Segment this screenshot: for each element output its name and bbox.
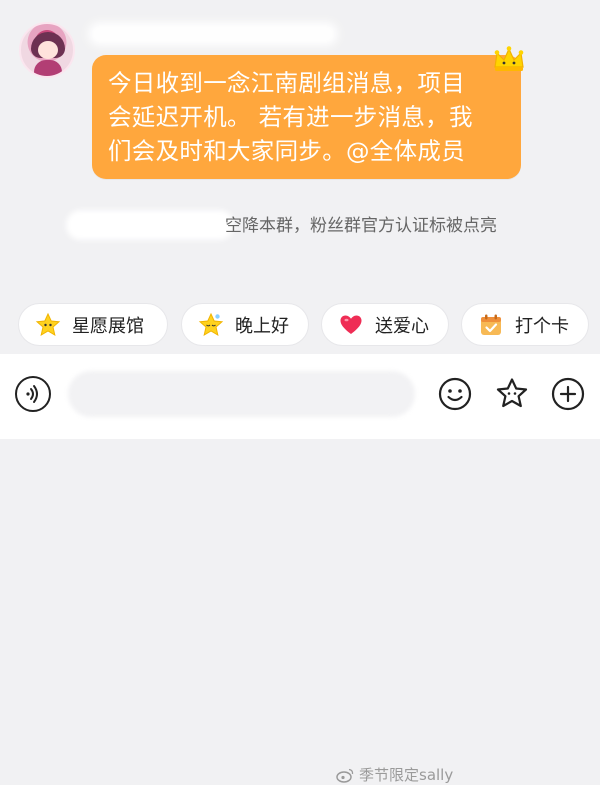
- quick-action-bar: 星愿展馆 晚上好 送爱心 打个卡: [0, 296, 600, 354]
- crown-icon: [494, 46, 524, 71]
- message-text: 今日收到一念江南剧组消息，项目 会延迟开机。 若有进一步消息，我 们会及时和大家…: [108, 69, 473, 165]
- avatar-dress: [34, 60, 62, 76]
- quick-action-label: 打个卡: [515, 315, 569, 337]
- quick-action-check-in[interactable]: 打个卡: [461, 303, 589, 346]
- quick-action-good-evening[interactable]: 晚上好: [181, 303, 309, 346]
- watermark-text: 季节限定sally: [359, 766, 454, 784]
- system-notice: 空降本群，粉丝群官方认证标被点亮: [225, 216, 497, 236]
- emoji-icon[interactable]: [437, 376, 473, 412]
- blurred-sender-name: [88, 22, 338, 46]
- weibo-icon: [336, 768, 354, 783]
- quick-action-label: 晚上好: [235, 315, 289, 337]
- heart-icon: [340, 315, 362, 334]
- message-bubble[interactable]: 今日收到一念江南剧组消息，项目 会延迟开机。 若有进一步消息，我 们会及时和大家…: [92, 55, 521, 179]
- avatar-face: [38, 41, 58, 59]
- chat-area: 今日收到一念江南剧组消息，项目 会延迟开机。 若有进一步消息，我 们会及时和大家…: [0, 0, 600, 296]
- voice-wave-icon: [26, 385, 38, 403]
- quick-action-send-love[interactable]: 送爱心: [321, 303, 449, 346]
- quick-action-star-gallery[interactable]: 星愿展馆: [18, 303, 168, 346]
- voice-icon[interactable]: [15, 376, 51, 412]
- star-face-icon: [35, 312, 61, 336]
- weibo-watermark: 季节限定sally: [335, 764, 453, 785]
- star-icon[interactable]: [494, 376, 530, 412]
- quick-action-label: 星愿展馆: [72, 315, 144, 337]
- plus-icon[interactable]: [550, 376, 586, 412]
- blurred-member-name: [66, 210, 234, 240]
- message-input-bar: 季节限定sally: [0, 354, 600, 784]
- sleepy-star-icon: [198, 312, 224, 336]
- message-input-field[interactable]: [68, 371, 415, 417]
- sender-avatar[interactable]: [19, 22, 75, 78]
- quick-action-label: 送爱心: [375, 315, 429, 337]
- calendar-check-icon: [481, 314, 501, 335]
